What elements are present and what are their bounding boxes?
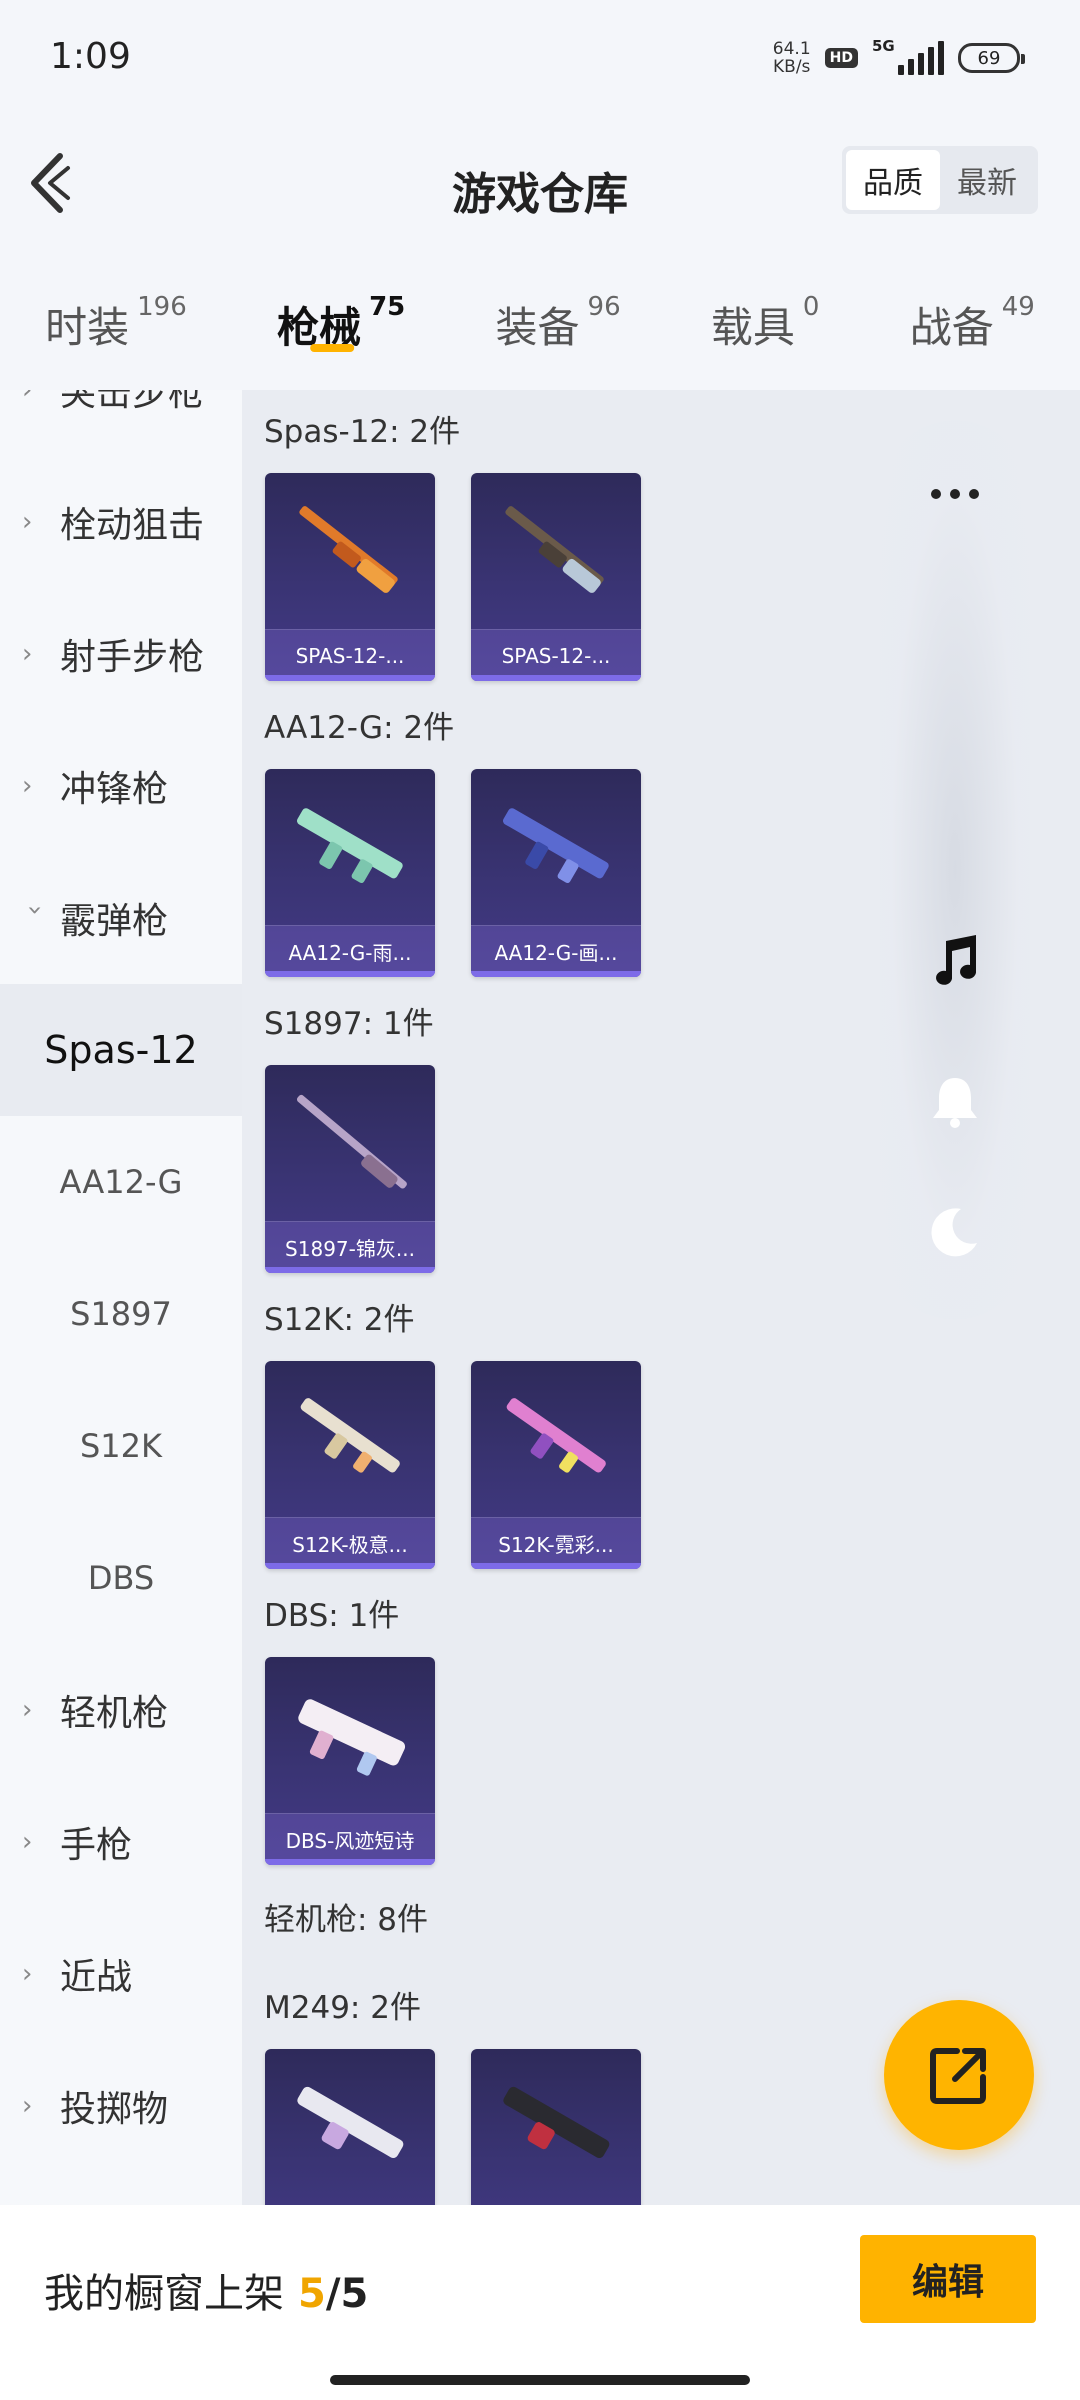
sidebar-item-dbs[interactable]: DBS (0, 1512, 242, 1644)
bottom-bar: 我的橱窗上架 5 / 5 编辑 (0, 2205, 1080, 2400)
network-speed: 64.1 KB/s (772, 39, 811, 77)
section-title: S1897: 1件 (264, 1006, 434, 1042)
chevron-right-icon: › (22, 390, 33, 405)
chevron-right-icon: › (22, 1959, 33, 1989)
edit-button[interactable]: 编辑 (860, 2235, 1036, 2323)
shotgun-skin-image (505, 506, 604, 593)
tab-fashion[interactable]: 时装 196 (45, 280, 187, 380)
lmg-skin-image (297, 2086, 404, 2158)
skin-card[interactable] (265, 2049, 435, 2205)
status-time: 1:09 (50, 36, 131, 77)
skin-card[interactable]: AA12-G-雨... (265, 769, 435, 977)
weapon-category-sidebar: › 突击步枪 › 栓动狙击 › 射手步枪 › 冲锋枪 › 霰弹枪 Spas-12… (0, 390, 242, 2205)
chevron-right-icon: › (22, 2091, 33, 2121)
tab-vehicles[interactable]: 载具 0 (711, 280, 820, 380)
status-bar: 1:09 64.1 KB/s HD 5G 69 (0, 0, 1080, 120)
shotgun-skin-image (296, 1094, 407, 1189)
shotgun-skin-image (297, 808, 403, 884)
sidebar-group-bolt-sniper[interactable]: › 栓动狙击 (0, 456, 242, 588)
back-button[interactable] (22, 148, 82, 218)
sidebar-group-pistol[interactable]: › 手枪 (0, 1776, 242, 1908)
section-title: DBS: 1件 (264, 1598, 400, 1634)
section-title: 轻机枪: 8件 (264, 1902, 429, 1938)
sidebar-group-melee[interactable]: › 近战 (0, 1908, 242, 2040)
sort-option-quality[interactable]: 品质 (846, 150, 940, 210)
chevron-right-icon: › (22, 1827, 33, 1857)
section-title: Spas-12: 2件 (264, 414, 461, 450)
tab-guns[interactable]: 枪械 75 (277, 280, 405, 380)
skin-card[interactable]: DBS-风迹短诗 (265, 1657, 435, 1865)
tab-equipment[interactable]: 装备 96 (496, 280, 621, 380)
sidebar-group-marksman-rifle[interactable]: › 射手步枪 (0, 588, 242, 720)
section-title: AA12-G: 2件 (264, 710, 455, 746)
skin-card[interactable]: AA12-G-画... (471, 769, 641, 977)
active-tab-indicator (310, 344, 355, 352)
chevron-right-icon: › (22, 1695, 33, 1725)
floating-tool-panel (880, 420, 1030, 1320)
status-indicators: 64.1 KB/s HD 5G 69 (772, 37, 1025, 77)
shotgun-skin-image (503, 808, 609, 884)
share-icon (930, 2048, 986, 2104)
music-note-icon[interactable] (915, 920, 995, 1000)
hd-badge: HD (824, 48, 858, 68)
back-arrow-icon (31, 153, 70, 213)
shotgun-skin-image (298, 1699, 406, 1776)
chevron-right-icon: › (22, 507, 33, 537)
sidebar-group-smg[interactable]: › 冲锋枪 (0, 720, 242, 852)
home-indicator[interactable] (330, 2375, 750, 2385)
sidebar-item-spas-12[interactable]: Spas-12 (0, 984, 242, 1116)
lmg-skin-image (503, 2086, 610, 2158)
more-icon[interactable] (915, 454, 995, 534)
sort-option-newest[interactable]: 最新 (940, 150, 1034, 210)
shotgun-skin-image (299, 506, 398, 593)
skin-card[interactable]: SPAS-12-... (471, 473, 641, 681)
sidebar-item-s1897[interactable]: S1897 (0, 1248, 242, 1380)
sidebar-group-lmg[interactable]: › 轻机枪 (0, 1644, 242, 1776)
showcase-status: 我的橱窗上架 5 / 5 (44, 2271, 369, 2317)
showcase-current-count: 5 (298, 2271, 326, 2317)
skin-card[interactable] (471, 2049, 641, 2205)
header: 游戏仓库 品质 最新 (0, 120, 1080, 250)
sidebar-group-shotgun[interactable]: › 霰弹枪 (0, 852, 242, 984)
sidebar-group-throwables[interactable]: › 投掷物 (0, 2040, 242, 2172)
skin-card[interactable]: S1897-锦灰... (265, 1065, 435, 1273)
section-title: M249: 2件 (264, 1990, 421, 2026)
chevron-right-icon: › (22, 771, 33, 801)
share-button[interactable] (884, 2000, 1034, 2150)
battery-icon: 69 (958, 43, 1025, 73)
sidebar-item-s12k[interactable]: S12K (0, 1380, 242, 1512)
chevron-right-icon: › (22, 639, 33, 669)
chevron-down-icon: › (20, 905, 50, 916)
skin-card[interactable]: S12K-霓彩... (471, 1361, 641, 1569)
signal-icon: 5G (872, 37, 944, 75)
section-title: S12K: 2件 (264, 1302, 415, 1338)
sort-toggle: 品质 最新 (842, 146, 1038, 214)
showcase-max-count: 5 (340, 2271, 369, 2317)
sidebar-group-assault-rifle[interactable]: › 突击步枪 (0, 390, 242, 456)
shotgun-skin-image (300, 1398, 400, 1473)
skin-card[interactable]: S12K-极意... (265, 1361, 435, 1569)
shotgun-skin-image (506, 1398, 606, 1473)
moon-icon[interactable] (915, 1192, 995, 1272)
tab-gear[interactable]: 战备 49 (910, 280, 1035, 380)
skin-card[interactable]: SPAS-12-... (265, 473, 435, 681)
bell-icon[interactable] (915, 1062, 995, 1142)
category-tabs: 时装 196 枪械 75 装备 96 载具 0 战备 49 (0, 280, 1080, 390)
sidebar-item-aa12-g[interactable]: AA12-G (0, 1116, 242, 1248)
